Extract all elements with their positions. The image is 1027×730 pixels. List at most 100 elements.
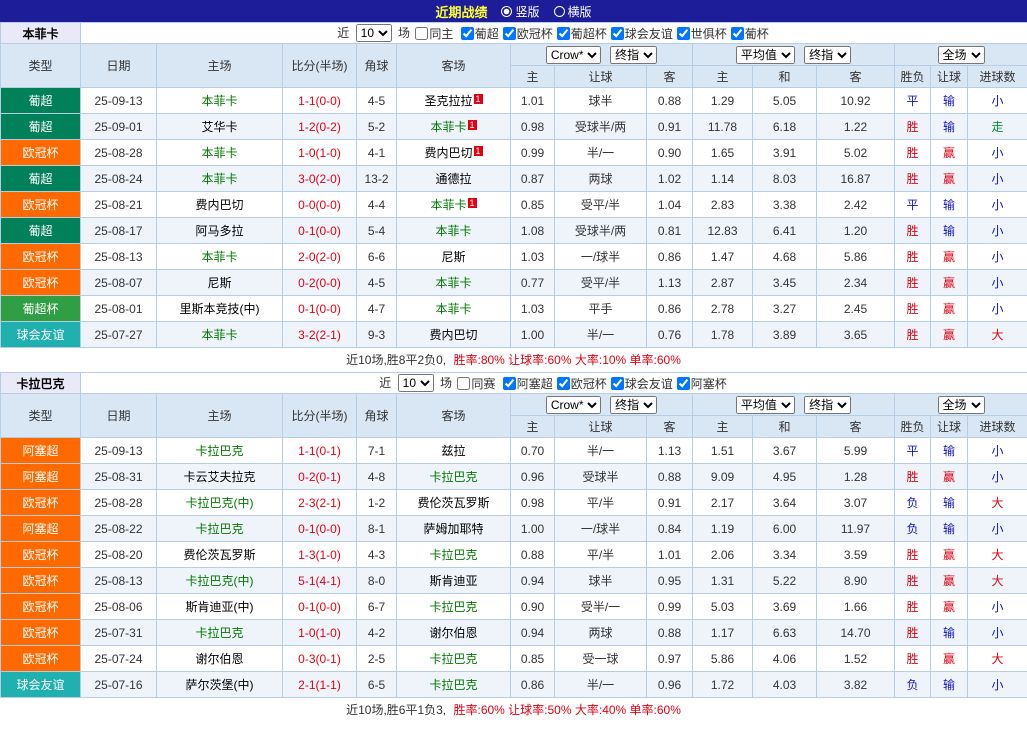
team-name[interactable]: 通德拉: [435, 172, 471, 186]
team-name[interactable]: 卡拉巴克: [429, 470, 477, 484]
layout-option-horizontal[interactable]: 横版: [554, 3, 592, 20]
league-filter-checkbox[interactable]: [677, 377, 690, 390]
team-name[interactable]: 本菲卡: [201, 172, 237, 186]
team-name[interactable]: 卡拉巴克: [429, 652, 477, 666]
match-date: 25-08-28: [81, 140, 157, 166]
match-row: 欧冠杯25-08-28卡拉巴克(中)2-3(2-1)1-2费伦茨瓦罗斯0.98平…: [1, 490, 1027, 516]
average-select[interactable]: 平均值: [736, 396, 795, 414]
recent-count-select[interactable]: 10: [398, 374, 434, 392]
scope-select[interactable]: 全场: [938, 46, 985, 64]
league-filter-checkbox[interactable]: [731, 27, 744, 40]
result-handicap: 输: [931, 114, 968, 140]
results-rows: 阿塞超25-09-13卡拉巴克1-1(0-1)7-1兹拉0.70半/一1.131…: [1, 438, 1027, 698]
team-name[interactable]: 卡拉巴克: [429, 548, 477, 562]
horizontal-layout-radio[interactable]: [554, 6, 565, 17]
team-name[interactable]: 费内巴切: [424, 146, 472, 160]
match-row: 欧冠杯25-07-24谢尔伯恩0-3(0-1)2-5卡拉巴克0.85受一球0.9…: [1, 646, 1027, 672]
away-team-cell: 兹拉: [397, 438, 511, 464]
league-filter-item[interactable]: 欧冠杯: [503, 25, 553, 42]
team-name[interactable]: 费内巴切: [195, 198, 243, 212]
odds-away: 0.97: [647, 646, 693, 672]
team-name[interactable]: 萨尔茨堡(中): [186, 678, 254, 692]
bookmaker-select[interactable]: Crow*: [546, 396, 601, 414]
team-name[interactable]: 斯肯迪亚(中): [186, 600, 254, 614]
team-name[interactable]: 卡拉巴克(中): [186, 574, 254, 588]
team-name[interactable]: 本菲卡: [430, 198, 466, 212]
result-wdl: 胜: [895, 270, 931, 296]
team-name[interactable]: 尼斯: [441, 250, 465, 264]
league-filter-item[interactable]: 阿塞超: [503, 375, 553, 392]
team-name[interactable]: 圣克拉拉: [424, 94, 472, 108]
odds-handicap: 平/半: [555, 542, 647, 568]
team-name[interactable]: 本菲卡: [435, 302, 471, 316]
bookmaker-select[interactable]: Crow*: [546, 46, 601, 64]
team-name[interactable]: 艾华卡: [201, 120, 237, 134]
team-name[interactable]: 尼斯: [207, 276, 231, 290]
home-team-cell: 费内巴切: [157, 192, 283, 218]
final-odds-select-2[interactable]: 终指: [804, 396, 851, 414]
team-name-label: 本菲卡: [1, 23, 81, 44]
final-odds-select[interactable]: 终指: [610, 46, 657, 64]
layout-option-vertical[interactable]: 竖版: [501, 3, 539, 20]
team-name[interactable]: 卡云艾夫拉克: [183, 470, 255, 484]
avg-odds-draw: 6.00: [753, 516, 817, 542]
home-team-cell: 谢尔伯恩: [157, 646, 283, 672]
team-name[interactable]: 里斯本竞技(中): [180, 302, 260, 316]
league-filter-checkbox[interactable]: [611, 27, 624, 40]
team-name[interactable]: 谢尔伯恩: [195, 652, 243, 666]
team-name[interactable]: 费伦茨瓦罗斯: [417, 496, 489, 510]
team-name[interactable]: 卡拉巴克: [195, 626, 243, 640]
league-filter-item[interactable]: 世俱杯: [677, 25, 727, 42]
same-filter-checkbox[interactable]: [415, 27, 428, 40]
league-filter-item[interactable]: 球会友谊: [611, 25, 673, 42]
league-filter-checkbox[interactable]: [611, 377, 624, 390]
league-filter-item[interactable]: 葡超: [461, 25, 499, 42]
scope-select[interactable]: 全场: [938, 396, 985, 414]
team-name[interactable]: 谢尔伯恩: [429, 626, 477, 640]
team-name[interactable]: 斯肯迪亚: [429, 574, 477, 588]
odds-home: 0.86: [511, 672, 555, 698]
final-odds-select[interactable]: 终指: [610, 396, 657, 414]
league-filter-checkbox[interactable]: [557, 27, 570, 40]
avg-odds-draw: 6.63: [753, 620, 817, 646]
final-odds-select-2[interactable]: 终指: [804, 46, 851, 64]
same-filter[interactable]: 同赛: [457, 375, 495, 392]
match-score: 2-1(1-1): [283, 672, 357, 698]
team-name[interactable]: 本菲卡: [201, 146, 237, 160]
league-filter-item[interactable]: 球会友谊: [611, 375, 673, 392]
team-name[interactable]: 本菲卡: [435, 276, 471, 290]
result-wdl: 胜: [895, 166, 931, 192]
team-name[interactable]: 卡拉巴克(中): [186, 496, 254, 510]
team-name[interactable]: 阿马多拉: [195, 224, 243, 238]
team-name[interactable]: 本菲卡: [201, 250, 237, 264]
corner-score: 4-5: [357, 270, 397, 296]
team-name[interactable]: 卡拉巴克: [429, 600, 477, 614]
team-name[interactable]: 本菲卡: [201, 94, 237, 108]
team-name[interactable]: 本菲卡: [201, 328, 237, 342]
league-filter-item[interactable]: 阿塞杯: [677, 375, 727, 392]
league-filter-item[interactable]: 葡杯: [731, 25, 769, 42]
league-filter-checkbox[interactable]: [503, 377, 516, 390]
team-name[interactable]: 卡拉巴克: [429, 678, 477, 692]
team-name[interactable]: 卡拉巴克: [195, 444, 243, 458]
team-name[interactable]: 本菲卡: [430, 120, 466, 134]
league-filter-checkbox[interactable]: [461, 27, 474, 40]
team-name[interactable]: 萨姆加耶特: [423, 522, 483, 536]
team-name[interactable]: 兹拉: [441, 444, 465, 458]
average-select[interactable]: 平均值: [736, 46, 795, 64]
league-filter-item[interactable]: 欧冠杯: [557, 375, 607, 392]
vertical-layout-radio[interactable]: [501, 6, 512, 17]
team-name[interactable]: 本菲卡: [435, 224, 471, 238]
team-name[interactable]: 费伦茨瓦罗斯: [183, 548, 255, 562]
team-name[interactable]: 费内巴切: [429, 328, 477, 342]
recent-count-select[interactable]: 10: [356, 24, 392, 42]
same-filter[interactable]: 同主: [415, 25, 453, 42]
league-filter-item[interactable]: 葡超杯: [557, 25, 607, 42]
league-filter-checkbox[interactable]: [677, 27, 690, 40]
team-name[interactable]: 卡拉巴克: [195, 522, 243, 536]
odds-home: 1.00: [511, 516, 555, 542]
col-score: 比分(半场): [283, 44, 357, 88]
same-filter-checkbox[interactable]: [457, 377, 470, 390]
league-filter-checkbox[interactable]: [557, 377, 570, 390]
league-filter-checkbox[interactable]: [503, 27, 516, 40]
